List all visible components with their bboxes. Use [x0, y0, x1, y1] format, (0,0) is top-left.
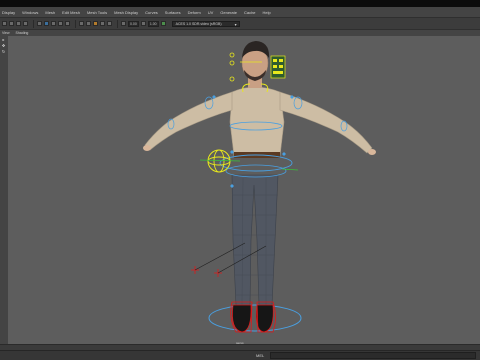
toolbar-divider	[117, 19, 118, 28]
head-locator[interactable]	[229, 52, 235, 58]
exposure-icon[interactable]	[121, 21, 126, 26]
right-arm-mesh	[279, 91, 373, 154]
menu-mesh[interactable]: Mesh	[45, 10, 55, 15]
left-hand	[143, 145, 151, 151]
left-arm-mesh	[144, 91, 233, 151]
command-input[interactable]	[270, 352, 476, 359]
exposure-field[interactable]: 0.00	[128, 20, 139, 27]
smooth-shade-icon[interactable]	[44, 21, 49, 26]
toolbar-divider	[75, 19, 76, 28]
trousers-mesh	[231, 174, 279, 306]
menu-surfaces[interactable]: Surfaces	[165, 10, 181, 15]
gamma-field[interactable]: 1.00	[147, 20, 159, 27]
grid-icon[interactable]	[23, 21, 28, 26]
menu-edit-mesh[interactable]: Edit Mesh	[62, 10, 80, 15]
move-tool-icon[interactable]: ✥	[1, 43, 6, 48]
rotate-tool-icon[interactable]: ↻	[1, 49, 6, 54]
gamma-icon[interactable]	[140, 21, 146, 26]
panel-menu-view[interactable]: View	[2, 31, 10, 35]
shadows-icon[interactable]	[65, 21, 70, 26]
menu-help[interactable]: Help	[263, 10, 271, 15]
menu-generate[interactable]: Generate	[220, 10, 237, 15]
mel-label[interactable]: MEL	[256, 353, 264, 358]
main-menu-bar: Display Windows Mesh Edit Mesh Mesh Tool…	[0, 7, 480, 17]
left-shoe[interactable]	[232, 304, 252, 333]
face-control-slot[interactable]	[273, 59, 277, 62]
menu-uv[interactable]: UV	[208, 10, 214, 15]
toolbar-divider	[33, 19, 34, 28]
command-line: MEL	[0, 350, 480, 360]
panel-menu-shading[interactable]: Shading	[16, 31, 29, 35]
face-control-slot[interactable]	[279, 59, 283, 62]
wireframe-icon[interactable]	[37, 21, 42, 26]
character-rig-scene	[143, 41, 376, 333]
textured-icon[interactable]	[51, 21, 56, 26]
maya-window: Display Windows Mesh Edit Mesh Mesh Tool…	[0, 0, 480, 360]
menu-display[interactable]: Display	[2, 10, 15, 15]
bookmark-icon[interactable]	[9, 21, 14, 26]
neck-locator[interactable]	[229, 76, 235, 82]
chevron-down-icon: ▾	[234, 21, 237, 27]
motion-blur-icon[interactable]	[107, 21, 112, 26]
ambient-occlusion-icon[interactable]	[100, 21, 105, 26]
menu-mesh-display[interactable]: Mesh Display	[114, 10, 138, 15]
panel-toolbar: 0.00 1.00 ACES 1.0 SDR-video (sRGB) ▾	[0, 17, 480, 30]
face-control-slot[interactable]	[279, 65, 283, 68]
face-control-slot[interactable]	[273, 71, 283, 74]
sweater-mesh	[229, 86, 285, 157]
title-bar	[0, 0, 480, 7]
image-plane-icon[interactable]	[16, 21, 21, 26]
face-control-slot[interactable]	[273, 65, 277, 68]
view-transform-select[interactable]: ACES 1.0 SDR-video (sRGB) ▾	[171, 20, 240, 27]
menu-deform[interactable]: Deform	[188, 10, 201, 15]
lights-icon[interactable]	[58, 21, 63, 26]
xray-joints-icon[interactable]	[86, 21, 91, 26]
select-tool-icon[interactable]: ▸	[1, 37, 6, 42]
color-management-icon[interactable]	[160, 21, 166, 26]
right-shoe[interactable]	[255, 304, 274, 333]
green-axis	[281, 168, 299, 171]
menu-cache[interactable]: Cache	[244, 10, 256, 15]
root-control-ring[interactable]	[208, 304, 302, 332]
view-transform-value: ACES 1.0 SDR-video (sRGB)	[175, 21, 222, 26]
menu-curves[interactable]: Curves	[145, 10, 158, 15]
toolbox: ▸ ✥ ↻	[0, 36, 8, 66]
isolate-select-icon[interactable]	[93, 21, 98, 26]
right-hand	[368, 149, 376, 155]
green-axis	[199, 159, 241, 162]
knee-pole-vector-controls[interactable]	[191, 266, 222, 277]
menu-mesh-tools[interactable]: Mesh Tools	[87, 10, 107, 15]
xray-icon[interactable]	[79, 21, 84, 26]
head-locator[interactable]	[229, 60, 235, 66]
perspective-viewport[interactable]: persp	[8, 36, 480, 345]
menu-windows[interactable]: Windows	[22, 10, 38, 15]
camera-attributes-icon[interactable]	[2, 21, 7, 26]
